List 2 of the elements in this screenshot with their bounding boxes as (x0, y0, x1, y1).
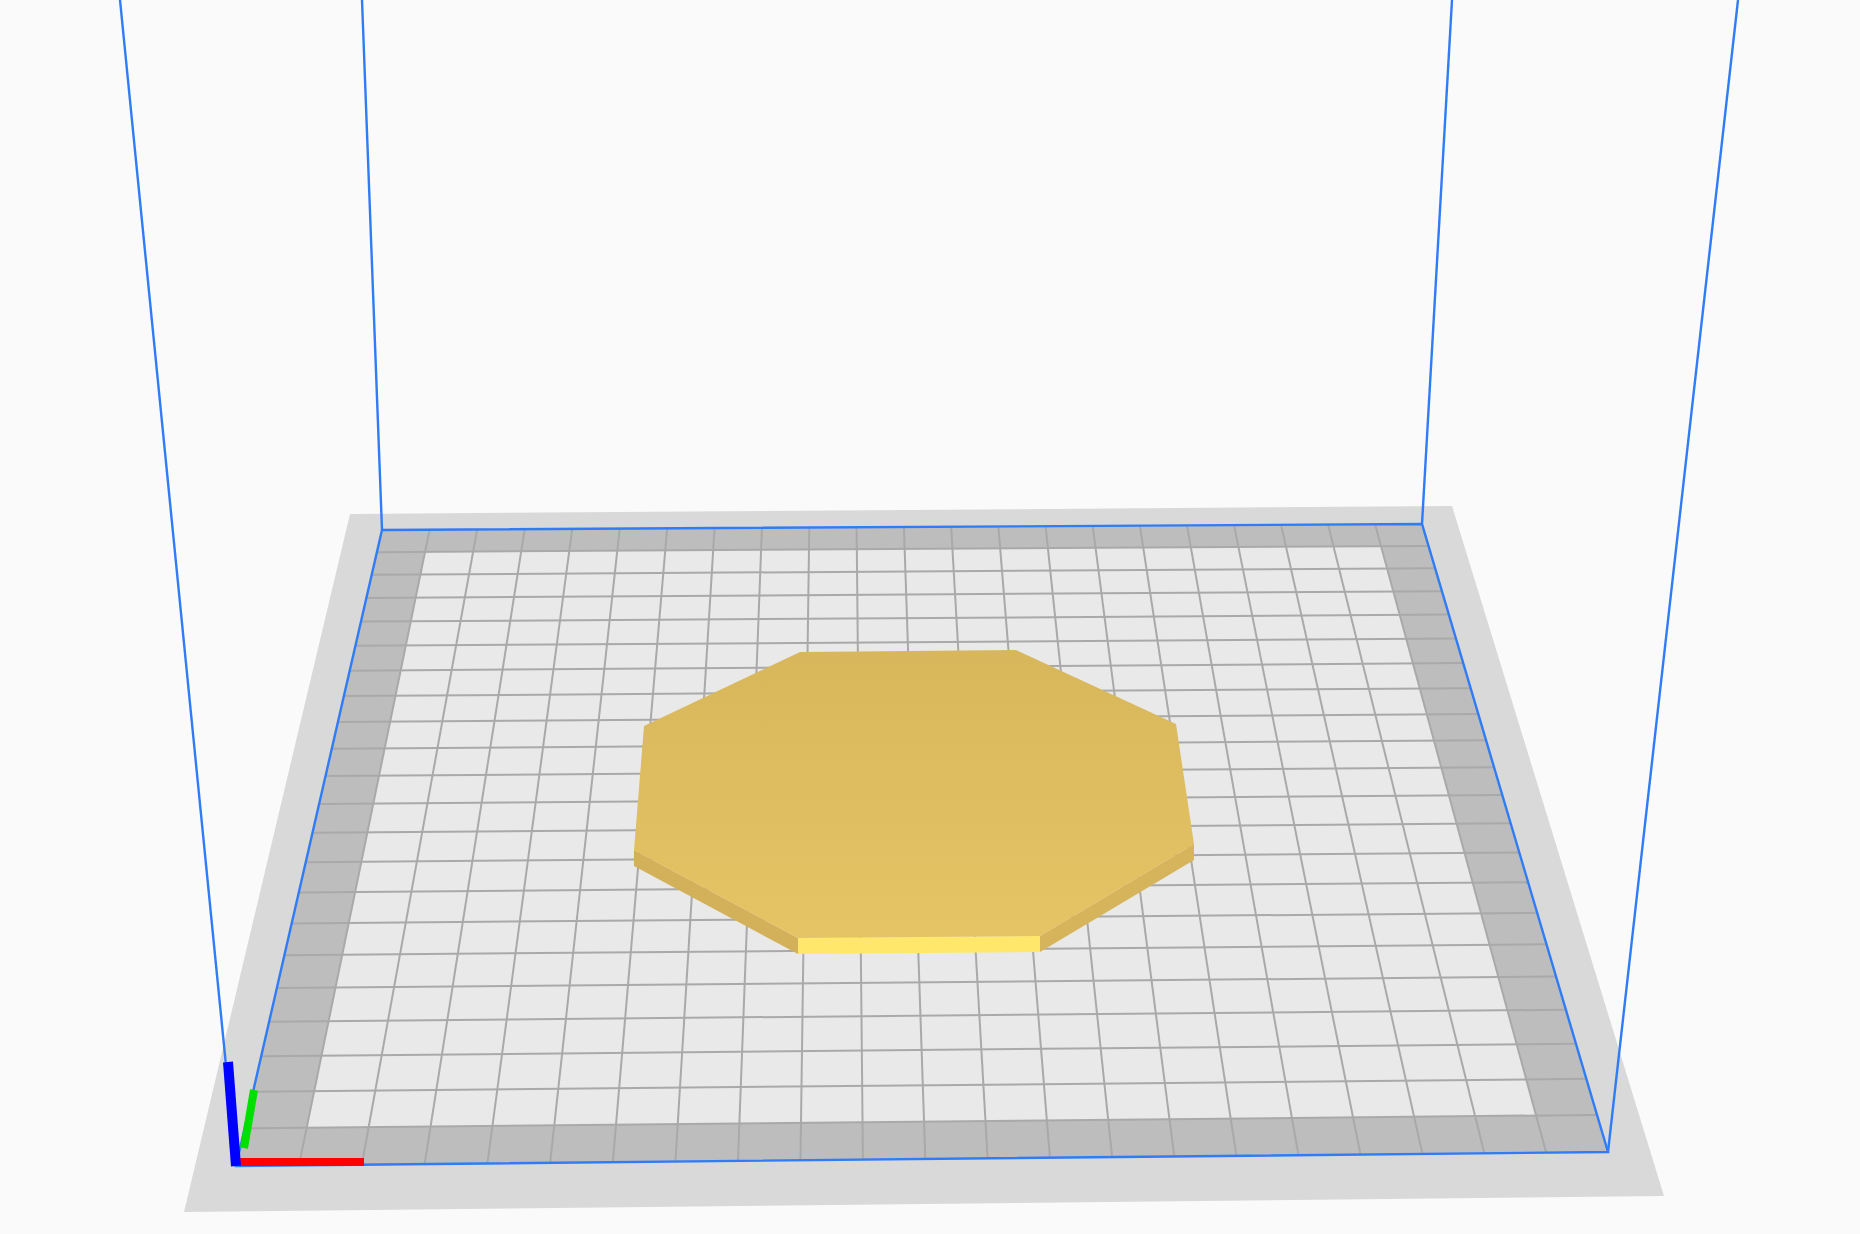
axes-icon (223, 1061, 364, 1167)
octagon-model[interactable] (634, 650, 1194, 954)
